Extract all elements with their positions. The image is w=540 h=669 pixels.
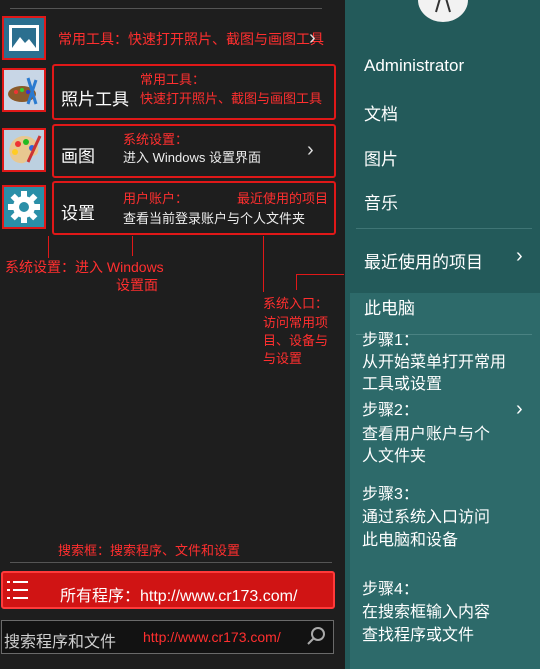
callout-settings-panel: 设置面 [116, 277, 158, 293]
gear-icon [8, 191, 40, 223]
step2-line2: 人文件夹 [362, 448, 427, 465]
list-menu-icon [6, 578, 30, 602]
connector-line-2 [132, 236, 133, 256]
search-icon[interactable] [306, 626, 326, 646]
paint-palette-scissors-icon [8, 77, 38, 105]
step1-title: 步骤1： [362, 332, 419, 349]
settings-note-desc: 查看当前登录账户与个人文件夹 [123, 211, 306, 226]
settings-label[interactable]: 设置 [61, 199, 95, 224]
photo-tool-tile[interactable] [2, 68, 46, 112]
settings-tile[interactable] [2, 185, 46, 229]
connector-line-4 [296, 274, 344, 275]
connector-line-5 [296, 274, 297, 290]
user-avatar[interactable] [418, 0, 468, 22]
callout-system-entry-title: 系统入口： [263, 296, 329, 311]
callout-system-entry-line1: 访问常用项 [263, 315, 329, 330]
paint-palette-icon [9, 135, 42, 164]
paint-chevron-icon[interactable]: › [307, 139, 314, 162]
search-url-note: http://www.cr173.com/ [143, 629, 281, 645]
row1-chevron-icon[interactable]: › [309, 27, 316, 50]
paint-tile[interactable] [2, 128, 46, 172]
music-link[interactable]: 音乐 [364, 189, 398, 214]
mountain-image-icon [9, 25, 39, 51]
step1-line1: 从开始菜单打开常用 [362, 354, 507, 371]
photo-tool-label[interactable]: 照片工具 [61, 85, 129, 110]
documents-link[interactable]: 文档 [364, 100, 398, 125]
photos-app-tile[interactable] [2, 16, 46, 60]
step1-line2: 工具或设置 [362, 376, 443, 393]
callout-system-entry-line3: 与设置 [263, 351, 303, 366]
top-divider [10, 8, 322, 9]
paint-note-desc: 进入 Windows 设置界面 [123, 150, 261, 165]
callout-system-entry-line2: 目、设备与 [263, 333, 329, 348]
pictures-link[interactable]: 图片 [364, 145, 398, 170]
step3-title: 步骤3： [362, 486, 419, 503]
photo-tool-note-desc: 快速打开照片、截图与画图工具 [140, 91, 323, 106]
step4-line2: 查找程序或文件 [362, 627, 475, 644]
search-box-note: 搜索框：搜索程序、文件和设置 [58, 543, 241, 558]
step4-title: 步骤4： [362, 581, 419, 598]
search-placeholder: 搜索程序和文件 [4, 634, 117, 651]
recent-items-link[interactable]: 最近使用的项目 [364, 248, 483, 273]
step4-line1: 在搜索框输入内容 [362, 604, 491, 621]
user-silhouette-icon [435, 0, 451, 13]
places-divider [356, 228, 532, 229]
row1-label[interactable]: 常用工具：快速打开照片、截图与画图工具 [58, 31, 324, 48]
photo-tool-note-title: 常用工具： [140, 72, 206, 87]
user-name-link[interactable]: Administrator [364, 56, 464, 76]
settings-note-title: 用户账户： [123, 191, 189, 206]
step2-chevron-icon[interactable]: › [516, 398, 523, 421]
step3-line2: 此电脑和设备 [362, 532, 459, 549]
paint-label[interactable]: 画图 [61, 142, 95, 167]
paint-note-title: 系统设置： [123, 132, 189, 147]
step3-line1: 通过系统入口访问 [362, 509, 491, 526]
recent-items-note: 最近使用的项目 [237, 191, 329, 206]
connector-line-3 [263, 236, 264, 292]
step2-title: 步骤2： [362, 402, 419, 419]
step2-line1: 查看用户账户与个 [362, 426, 491, 443]
all-programs-label[interactable]: 所有程序：http://www.cr173.com/ [60, 582, 297, 606]
bottom-divider [10, 562, 332, 563]
callout-system-settings: 系统设置：进入 Windows [5, 259, 164, 275]
this-pc-link[interactable]: 此电脑 [364, 294, 415, 319]
recent-items-chevron-icon[interactable]: › [516, 245, 523, 268]
connector-line-1 [48, 236, 49, 258]
